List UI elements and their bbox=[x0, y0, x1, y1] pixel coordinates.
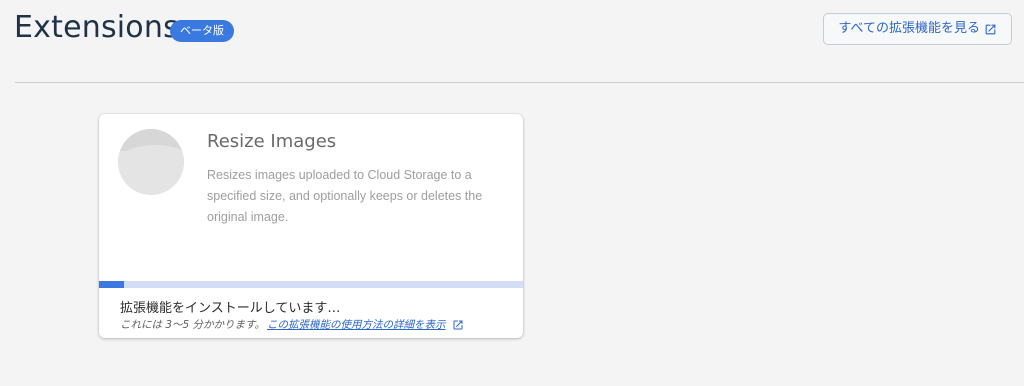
extension-card: Resize Images Resizes images uploaded to… bbox=[99, 114, 523, 338]
beta-badge: ベータ版 bbox=[170, 20, 234, 42]
install-status: 拡張機能をインストールしています… bbox=[120, 301, 341, 316]
view-all-extensions-button[interactable]: すべての拡張機能を見る bbox=[823, 13, 1012, 45]
open-in-new-icon[interactable] bbox=[452, 319, 464, 331]
open-in-new-icon bbox=[985, 24, 996, 34]
install-status-note: これには 3〜5 分かかります。 この拡張機能の使用方法の詳細を表示 bbox=[120, 317, 464, 332]
install-progress-bar bbox=[99, 281, 523, 288]
install-time-note: これには 3〜5 分かかります。 bbox=[120, 319, 265, 331]
header-divider bbox=[15, 82, 1024, 83]
extension-description: Resizes images uploaded to Cloud Storage… bbox=[207, 168, 483, 224]
page-header: Extensions ベータ版 すべての拡張機能を見る bbox=[0, 0, 1024, 82]
extension-icon-placeholder bbox=[118, 129, 184, 195]
install-progress-fill bbox=[99, 281, 125, 288]
page-title: Extensions bbox=[14, 10, 179, 45]
extensions-page: Extensions ベータ版 すべての拡張機能を見る Resize Image… bbox=[0, 0, 1024, 386]
extension-name: Resize Images bbox=[207, 131, 337, 152]
extension-docs-link[interactable]: この拡張機能の使用方法の詳細を表示 bbox=[267, 317, 446, 332]
view-all-extensions-label: すべての拡張機能を見る bbox=[838, 21, 980, 36]
